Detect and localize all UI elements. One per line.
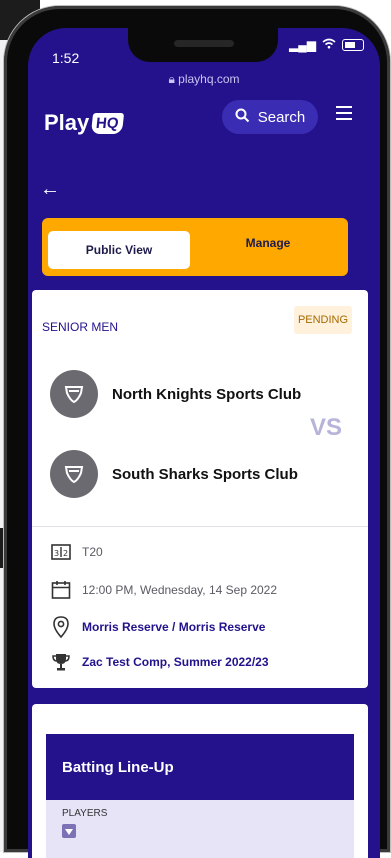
public-view-tab[interactable]: Public View xyxy=(48,231,190,269)
away-team-name: South Sharks Sports Club xyxy=(112,465,298,483)
players-dropdown-toggle[interactable] xyxy=(62,824,76,838)
phone-frame: 1:52 ▂▄▆ 🔒︎ playhq.com Play HQ Search ← xyxy=(4,6,390,858)
away-team[interactable]: South Sharks Sports Club xyxy=(50,450,298,498)
phone-notch xyxy=(128,28,278,62)
signal-icon: ▂▄▆ xyxy=(289,38,316,52)
vs-label: VS xyxy=(310,414,343,441)
hamburger-menu-icon[interactable] xyxy=(336,106,352,124)
svg-text:3: 3 xyxy=(54,549,59,558)
match-venue-row[interactable]: Morris Reserve / Morris Reserve xyxy=(50,616,265,638)
speaker-grille xyxy=(174,40,234,47)
match-competition-row[interactable]: Zac Test Comp, Summer 2022/23 xyxy=(50,652,269,672)
wifi-icon xyxy=(322,38,336,52)
location-pin-icon xyxy=(50,616,72,638)
url-text: playhq.com xyxy=(178,72,240,86)
team-shield-icon xyxy=(50,370,98,418)
manage-tab[interactable]: Manage xyxy=(198,224,338,262)
search-button[interactable]: Search xyxy=(222,100,318,134)
match-format: T20 xyxy=(82,545,103,559)
status-icons: ▂▄▆ xyxy=(289,38,364,52)
status-time: 1:52 xyxy=(52,50,80,66)
match-datetime-row: 12:00 PM, Wednesday, 14 Sep 2022 xyxy=(50,580,277,600)
trophy-icon xyxy=(50,652,72,672)
match-format-row: 32 T20 xyxy=(50,544,103,560)
match-category: SENIOR MEN xyxy=(42,320,119,334)
match-datetime: 12:00 PM, Wednesday, 14 Sep 2022 xyxy=(82,583,278,597)
logo-play: Play xyxy=(44,110,90,135)
back-arrow-icon[interactable]: ← xyxy=(40,178,60,201)
match-competition[interactable]: Zac Test Comp, Summer 2022/23 xyxy=(82,655,269,669)
battery-icon xyxy=(342,39,364,51)
match-venue[interactable]: Morris Reserve / Morris Reserve xyxy=(82,620,265,634)
lineup-card: Batting Line-Up PLAYERS xyxy=(32,704,368,858)
logo-hq-shield: HQ xyxy=(91,112,124,134)
playhq-logo[interactable]: Play HQ xyxy=(44,110,124,136)
svg-text:2: 2 xyxy=(63,549,68,558)
chevron-down-icon xyxy=(65,822,73,840)
players-section: PLAYERS xyxy=(46,800,354,858)
home-team[interactable]: North Knights Sports Club xyxy=(50,370,301,418)
search-label: Search xyxy=(257,108,306,126)
phone-screen: 1:52 ▂▄▆ 🔒︎ playhq.com Play HQ Search ← xyxy=(28,28,380,858)
home-team-name: North Knights Sports Club xyxy=(112,385,302,403)
search-icon xyxy=(235,108,250,127)
match-card: SENIOR MEN PENDING North Knights Sports … xyxy=(32,290,368,688)
team-shield-icon xyxy=(50,450,98,498)
status-badge: PENDING xyxy=(294,306,352,334)
lock-icon: 🔒︎ xyxy=(168,72,175,86)
batting-lineup-header: Batting Line-Up xyxy=(46,734,354,800)
scoreboard-icon: 32 xyxy=(50,544,72,560)
calendar-icon xyxy=(50,580,72,600)
card-divider xyxy=(32,526,368,527)
url-bar[interactable]: 🔒︎ playhq.com xyxy=(28,72,380,87)
players-label: PLAYERS xyxy=(62,808,108,819)
view-toggle: Public View Manage xyxy=(42,218,348,276)
